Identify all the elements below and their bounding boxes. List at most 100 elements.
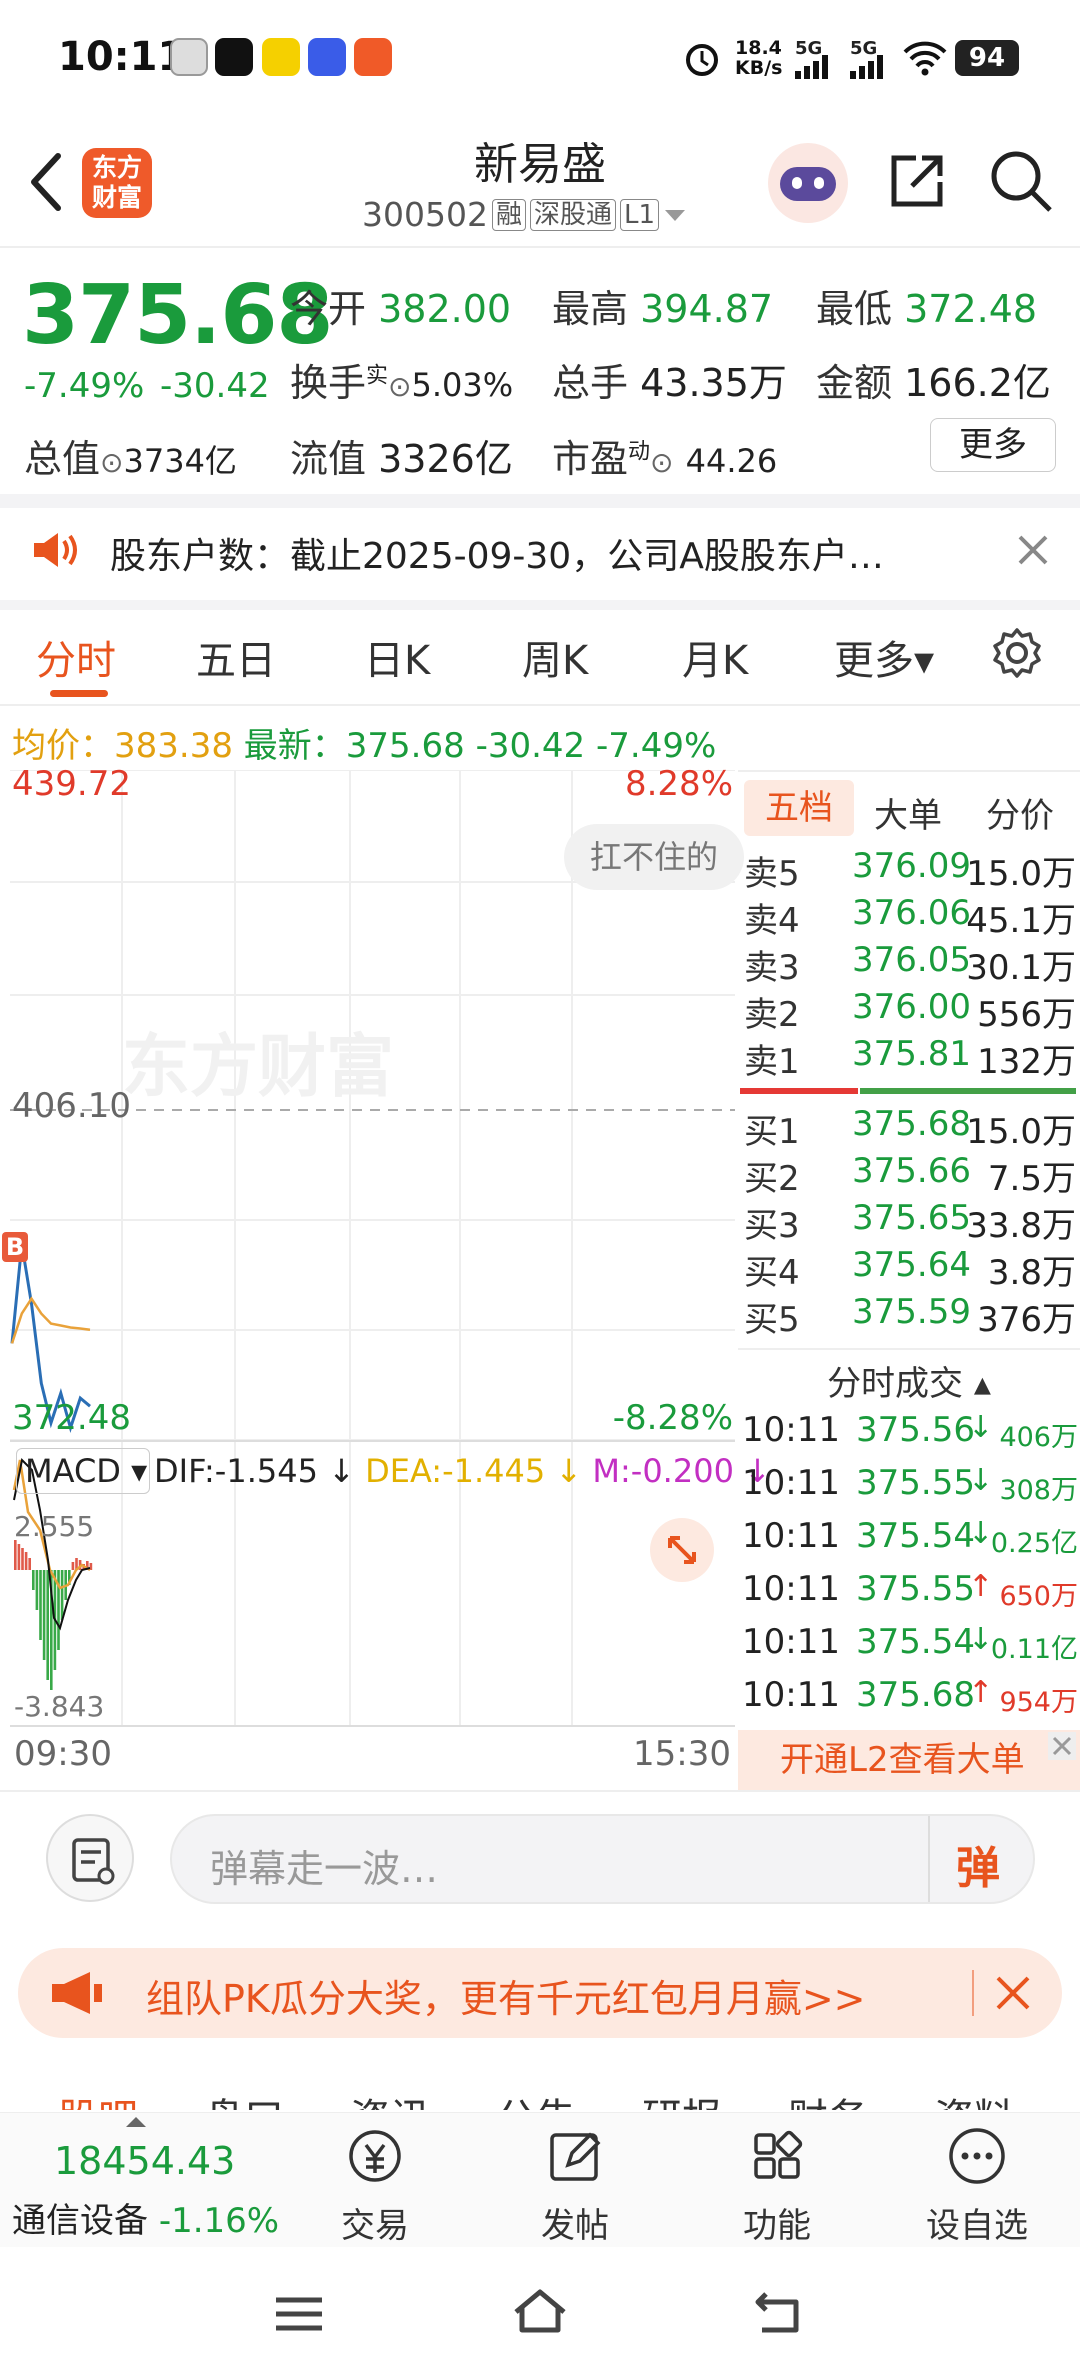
order-book-row: 买1 375.68 15.0万 <box>744 1104 1076 1152</box>
trade-row: 10:11 375.55 ↓ 308万 <box>742 1463 1078 1506</box>
share-icon[interactable] <box>886 150 948 212</box>
intraday-chart[interactable]: 东方财富 439.72 8.28% 406.10 372.48 -8.28% 扛… <box>2 764 771 1774</box>
caret-up-icon <box>126 2117 146 2127</box>
tab-weekly-k[interactable]: 周K <box>522 628 588 686</box>
signal-icon-2 <box>850 55 883 79</box>
buy-marker[interactable]: B <box>2 1232 28 1262</box>
divider <box>10 1725 735 1727</box>
expand-icon[interactable] <box>650 1518 714 1582</box>
tag-margin: 融 <box>491 198 526 231</box>
nav-post[interactable]: 发帖 <box>510 2123 640 2247</box>
amount-cell: 金额 166.2亿 <box>816 361 1051 405</box>
pct-axis-top: 8.28% <box>624 764 733 804</box>
macd-bar <box>39 1570 42 1640</box>
macd-bar <box>35 1570 39 1610</box>
change-pct: -7.49% <box>24 366 145 406</box>
index-line[interactable]: 通信设备 -1.16% <box>12 2193 279 2242</box>
change-abs: -30.42 <box>160 366 270 406</box>
tab-price-dist[interactable]: 分价 <box>986 788 1054 837</box>
stock-detail-screen: { "status_bar": {"time": "10:11", "speed… <box>0 0 1080 2376</box>
danmu-bar: 弹幕走一波… 弹 <box>0 1790 1080 1930</box>
robot-assistant-icon[interactable] <box>768 143 848 223</box>
macd-bar <box>17 1544 21 1570</box>
section-tab[interactable]: 财务 <box>788 2086 868 2110</box>
tab-five-day[interactable]: 五日 <box>196 628 276 686</box>
danmu-placeholder: 弹幕走一波… <box>210 1847 439 1891</box>
section-tab[interactable]: 资料 <box>934 2086 1014 2110</box>
notice-bar[interactable]: 股东户数：截止2025-09-30，公司A股股东户… <box>0 505 1080 600</box>
system-nav-bar <box>0 2250 1080 2376</box>
stock-code: 300502 <box>362 195 488 234</box>
close-icon[interactable] <box>1048 1732 1076 1760</box>
time-end: 15:30 <box>633 1734 731 1774</box>
tab-big-order[interactable]: 大单 <box>874 788 942 837</box>
macd-bar <box>71 1562 75 1570</box>
order-book-row: 买5 375.59 376万 <box>744 1292 1076 1340</box>
macd-bar <box>14 1540 17 1570</box>
pe-cell: 市盈动⊙ 44.26 <box>552 437 778 481</box>
orange-app-icon <box>354 38 392 76</box>
order-book-row: 卖1 375.81 132万 <box>744 1034 1076 1082</box>
tab-five-level[interactable]: 五档 <box>744 780 854 836</box>
tag-level: L1 <box>620 198 660 231</box>
high-cell: 最高 394.87 <box>552 287 774 331</box>
order-book-row: 卖4 376.06 45.1万 <box>744 893 1076 941</box>
menu-icon[interactable] <box>272 2294 326 2334</box>
avg-line <box>10 1296 91 1344</box>
macd-axis-bottom: -3.843 <box>14 1690 105 1723</box>
volume-cell: 总手 43.35万 <box>552 361 787 405</box>
danmu-bubble: 扛不住的 <box>564 824 744 890</box>
trades-title[interactable]: 分时成交 ▴ <box>738 1356 1080 1405</box>
section-tab[interactable]: 资讯 <box>350 2086 430 2110</box>
macd-bar <box>24 1552 28 1570</box>
section-tab[interactable]: 股吧 <box>58 2086 138 2110</box>
tab-monthly-k[interactable]: 月K <box>682 628 748 686</box>
section-tab[interactable]: 盘口 <box>204 2086 284 2110</box>
index-value[interactable]: 18454.43 <box>54 2139 235 2183</box>
close-icon[interactable] <box>1016 533 1050 567</box>
y-axis-top: 439.72 <box>12 764 131 804</box>
section-tab[interactable]: 公告 <box>496 2086 576 2110</box>
macd-axis-top: 2.555 <box>14 1510 95 1543</box>
back-nav-icon[interactable] <box>752 2290 808 2336</box>
chart-canvas: 东方财富 <box>10 770 735 1725</box>
search-icon[interactable] <box>988 148 1054 214</box>
settings-app-icon <box>170 38 208 76</box>
tab-intraday[interactable]: 分时 <box>36 628 116 686</box>
status-bar: 10:11 18.4 KB/s 5G 5G 94 <box>0 0 1080 115</box>
danmu-send-button[interactable]: 弹 <box>956 1832 1000 1896</box>
macd-selector[interactable]: MACD ▾ <box>16 1448 150 1494</box>
trade-row: 10:11 375.68 ↑ 954万 <box>742 1675 1078 1718</box>
notice-text: 股东户数：截止2025-09-30，公司A股股东户… <box>110 536 884 577</box>
stock-code-line[interactable]: 300502 融 深股通 L1 <box>362 195 687 234</box>
macd-bar <box>28 1558 31 1570</box>
order-book-panel: 五档 大单 分价 卖5 376.09 15.0万 卖4 376.06 45.1万 卖3 376… <box>738 770 1080 1790</box>
trade-icon <box>349 2130 401 2182</box>
tab-indicator <box>50 690 108 697</box>
tab-more[interactable]: 更多▾ <box>834 628 934 686</box>
grid-icon <box>754 2130 803 2179</box>
low-cell: 最低 372.48 <box>816 287 1038 331</box>
promo-banner[interactable]: 组队PK瓜分大奖，更有千元红包月月赢>> <box>18 1948 1062 2038</box>
bid-volume-bar <box>860 1088 1076 1094</box>
nav-function[interactable]: 功能 <box>712 2123 842 2247</box>
more-button[interactable]: 更多 <box>930 418 1056 472</box>
open-cell: 今开 382.00 <box>290 287 512 331</box>
macd-bar <box>60 1570 64 1620</box>
chart-grid <box>10 770 735 1725</box>
nav-trade[interactable]: 交易 <box>310 2123 440 2247</box>
l2-banner[interactable]: 开通L2查看大单 <box>738 1730 1080 1790</box>
danmu-settings-icon[interactable] <box>46 1814 134 1902</box>
close-icon[interactable] <box>992 1972 1034 2014</box>
more-dots-icon <box>949 2128 1005 2184</box>
nav-watchlist[interactable]: 设自选 <box>912 2123 1042 2247</box>
separator <box>0 600 1080 610</box>
gear-icon[interactable] <box>990 626 1044 680</box>
tab-daily-k[interactable]: 日K <box>364 628 430 686</box>
danmu-input[interactable]: 弹幕走一波… 弹 <box>170 1814 1035 1904</box>
section-tab[interactable]: 研报 <box>642 2086 722 2110</box>
avg-price-line: 均价：383.38 最新：375.68 -30.42 -7.49% <box>12 726 717 766</box>
order-book-row: 买3 375.65 33.8万 <box>744 1198 1076 1246</box>
home-icon[interactable] <box>510 2288 570 2338</box>
divider <box>10 1440 735 1442</box>
